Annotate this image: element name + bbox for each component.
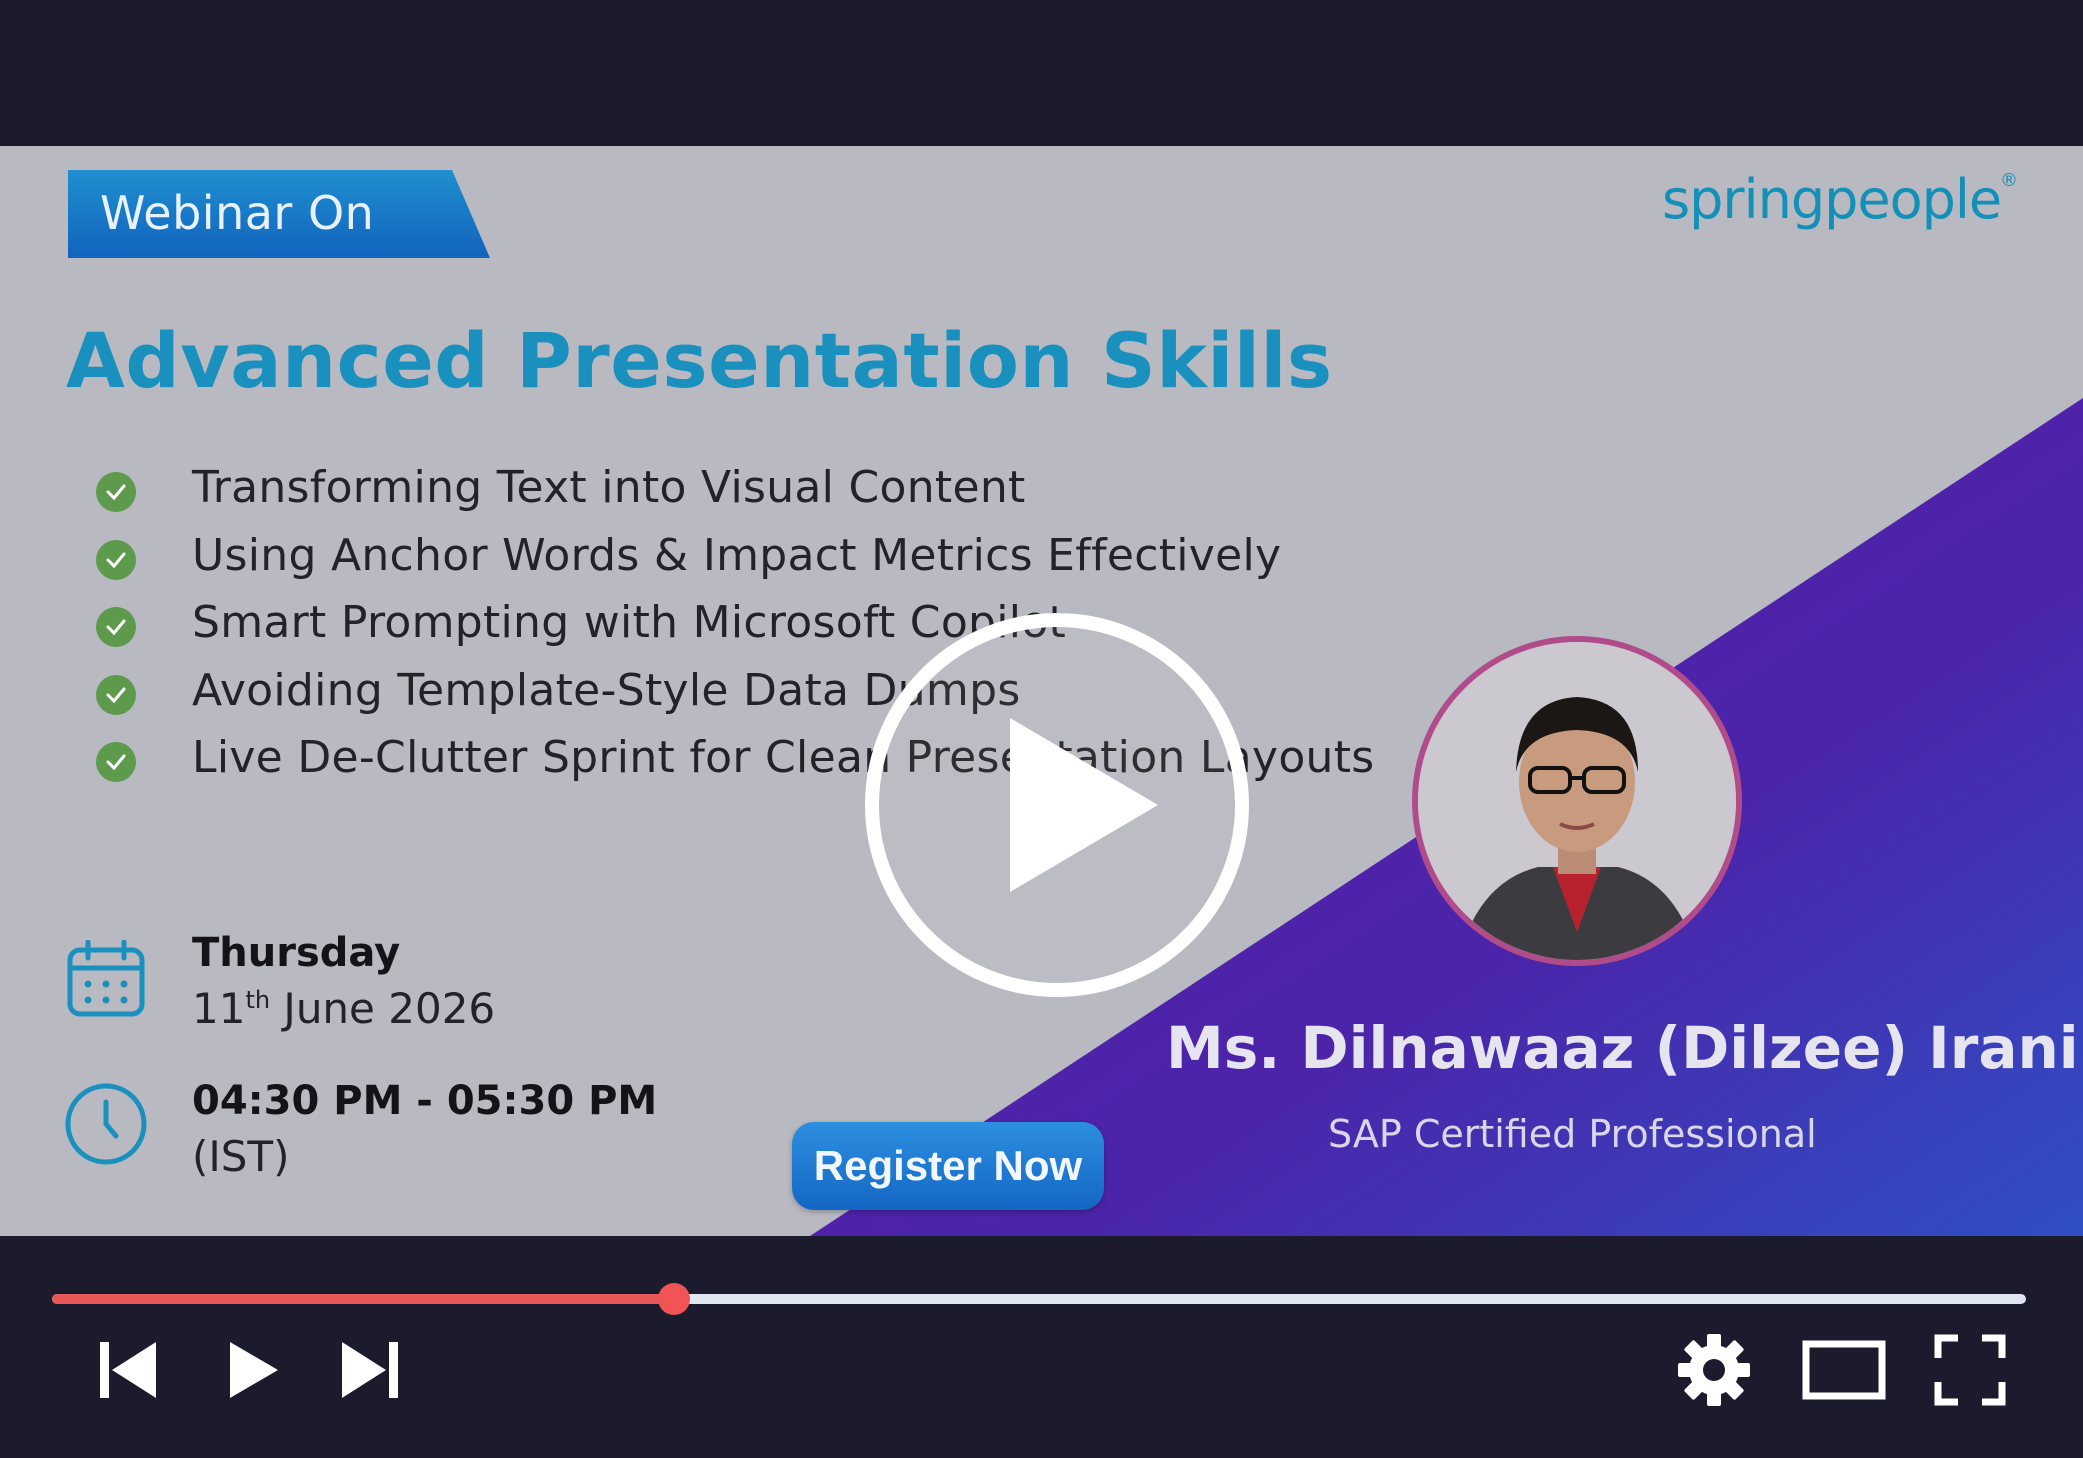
date-day: 11 bbox=[192, 984, 246, 1033]
date-suffix: th bbox=[245, 986, 271, 1014]
play-icon[interactable] bbox=[222, 1338, 286, 1402]
theater-mode-icon[interactable] bbox=[1802, 1340, 1886, 1400]
fullscreen-icon[interactable] bbox=[1934, 1334, 2006, 1406]
topic-text: Using Anchor Words & Impact Metrics Effe… bbox=[192, 529, 1282, 581]
webinar-day: Thursday bbox=[192, 930, 401, 976]
webinar-time: 04:30 PM - 05:30 PM bbox=[192, 1078, 658, 1124]
next-icon[interactable] bbox=[338, 1338, 402, 1402]
speaker-role: SAP Certified Professional bbox=[1328, 1112, 1817, 1156]
previous-icon[interactable] bbox=[96, 1338, 160, 1402]
video-player: Webinar On springpeople ® Advanced Prese… bbox=[0, 0, 2083, 1458]
calendar-icon bbox=[67, 940, 145, 1017]
check-circle-icon bbox=[96, 472, 136, 512]
webinar-date: 11th June 2026 bbox=[192, 984, 495, 1033]
check-circle-icon bbox=[96, 607, 136, 647]
speaker-name: Ms. Dilnawaaz (Dilzee) Irani bbox=[1166, 1014, 2079, 1082]
check-circle-icon bbox=[96, 674, 136, 715]
check-circle-icon bbox=[96, 539, 136, 580]
date-rest: June 2026 bbox=[270, 984, 496, 1033]
big-play-icon[interactable] bbox=[862, 610, 1252, 1000]
speaker-photo bbox=[1418, 642, 1736, 960]
topic-text: Transforming Text into Visual Content bbox=[192, 462, 1026, 513]
registered-mark-icon: ® bbox=[2000, 170, 2018, 191]
webinar-timezone: (IST) bbox=[192, 1132, 290, 1181]
progress-filled bbox=[52, 1294, 674, 1304]
register-now-button[interactable]: Register Now bbox=[792, 1122, 1104, 1210]
webinar-title: Advanced Presentation Skills bbox=[66, 316, 1333, 405]
player-controls bbox=[0, 1236, 2083, 1458]
settings-icon[interactable] bbox=[1676, 1332, 1752, 1408]
check-circle-icon bbox=[96, 742, 136, 782]
video-frame[interactable]: Webinar On springpeople ® Advanced Prese… bbox=[0, 146, 2083, 1236]
springpeople-logo: springpeople bbox=[1662, 168, 2002, 231]
speaker-avatar bbox=[1412, 636, 1742, 966]
webinar-tag: Webinar On bbox=[100, 186, 375, 240]
clock-icon bbox=[65, 1083, 147, 1165]
progress-knob[interactable] bbox=[657, 1283, 690, 1315]
